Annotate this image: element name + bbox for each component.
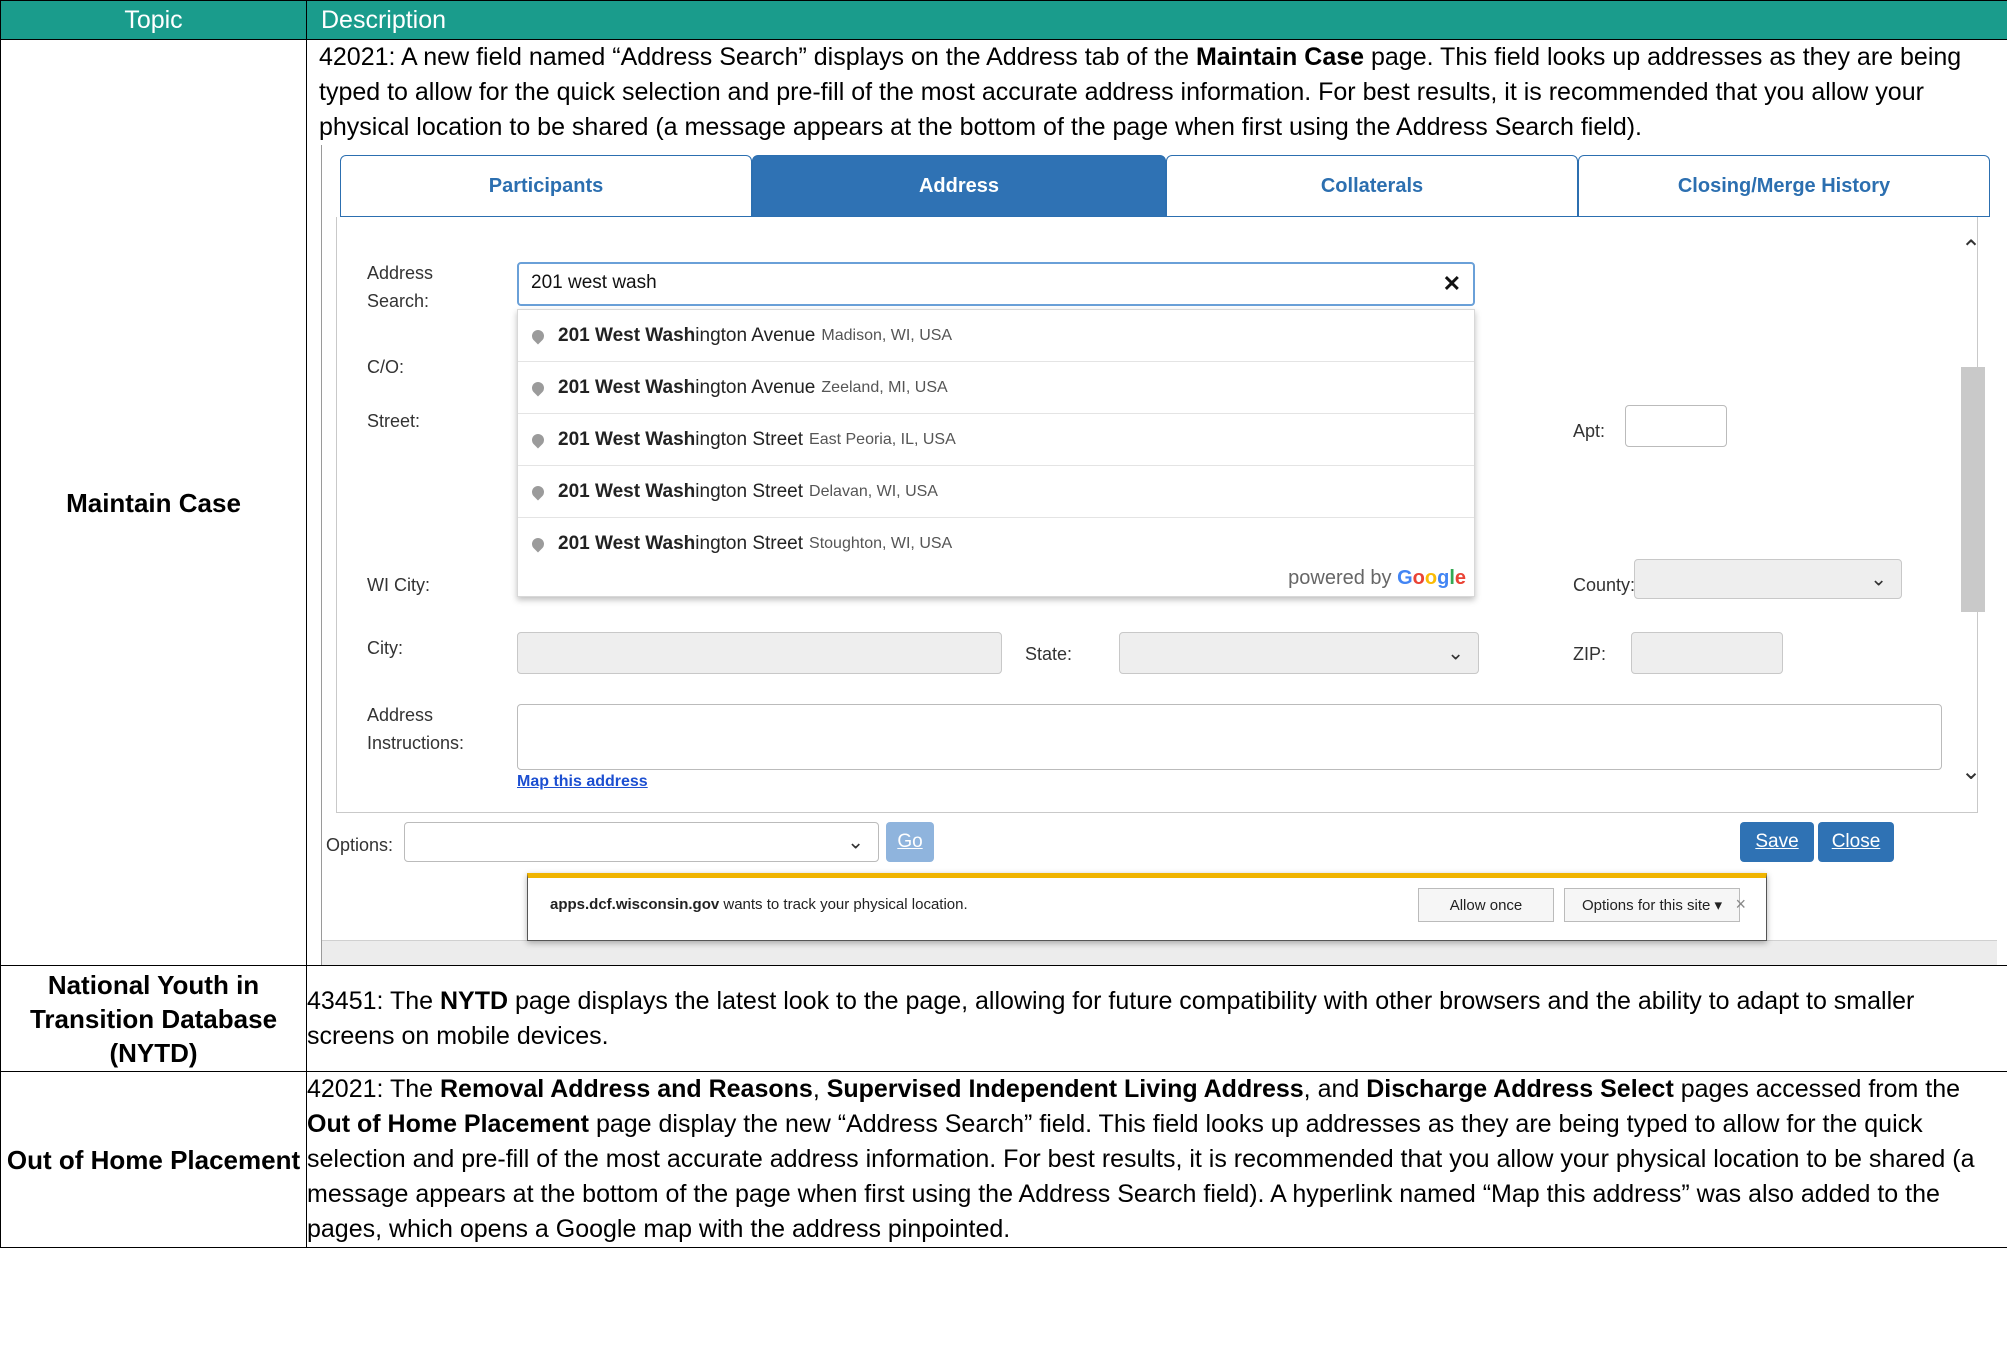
suggestion-item[interactable]: 201 West Washington Street Stoughton, WI,… bbox=[518, 518, 1474, 570]
apt-field[interactable] bbox=[1625, 405, 1727, 447]
powered-by-google: powered by Google bbox=[1288, 567, 1466, 589]
chevron-up-icon[interactable]: ⌃ bbox=[1961, 235, 1981, 264]
map-this-address-link[interactable]: Map this address bbox=[517, 773, 648, 791]
wi-city-label: WI City: bbox=[367, 575, 430, 595]
table-row: Maintain Case 42021: A new field named “… bbox=[0, 39, 2007, 966]
maintain-case-screenshot: Participants Address Collaterals Closing… bbox=[321, 145, 1997, 965]
suggestion-item[interactable]: 201 West Washington Avenue Madison, WI, U… bbox=[518, 310, 1474, 362]
chevron-down-icon: ⌄ bbox=[847, 831, 864, 854]
suggestion-item[interactable]: 201 West Washington Street Delavan, WI, U… bbox=[518, 466, 1474, 518]
address-instructions-field[interactable] bbox=[517, 704, 1942, 770]
topic-header: Topic bbox=[0, 0, 307, 40]
notification-message: apps.dcf.wisconsin.gov wants to track yo… bbox=[550, 896, 968, 913]
header-row: Topic Description bbox=[0, 0, 2007, 40]
search-value: 201 west wash bbox=[531, 272, 657, 293]
pin-icon bbox=[529, 379, 547, 396]
street-label: Street: bbox=[367, 411, 421, 431]
table-row: National Youth in Transition Database (N… bbox=[0, 965, 2007, 1072]
address-panel: Address Search: C/O: Street: Apt: WI City… bbox=[336, 217, 1985, 813]
text-run: 43451: The bbox=[307, 986, 440, 1015]
pin-icon bbox=[529, 431, 547, 448]
topic-cell: Out of Home Placement bbox=[0, 1071, 307, 1248]
scrollbar-thumb[interactable] bbox=[1961, 367, 1985, 612]
description-header: Description bbox=[306, 0, 2007, 40]
state-label: State: bbox=[1025, 644, 1073, 664]
description-text: 42021: A new field named “Address Search… bbox=[307, 40, 2007, 145]
tab-participants[interactable]: Participants bbox=[340, 155, 752, 217]
co-label: C/O: bbox=[367, 357, 405, 377]
tab-collaterals[interactable]: Collaterals bbox=[1166, 155, 1578, 217]
chevron-down-icon: ⌄ bbox=[1870, 568, 1887, 591]
suggestion-item[interactable]: 201 West Washington Avenue Zeeland, MI, U… bbox=[518, 362, 1474, 414]
bold-text-run: NYTD bbox=[439, 986, 509, 1015]
tab-address[interactable]: Address bbox=[752, 155, 1166, 217]
pin-icon bbox=[529, 535, 547, 553]
browser-status-bar bbox=[322, 940, 1997, 965]
zip-label: ZIP: bbox=[1573, 644, 1607, 664]
topic-cell: Maintain Case bbox=[0, 39, 307, 966]
save-button[interactable]: Save bbox=[1740, 822, 1814, 862]
close-button[interactable]: Close bbox=[1818, 822, 1894, 862]
county-label: County: bbox=[1573, 575, 1636, 595]
go-button[interactable]: Go bbox=[886, 822, 934, 862]
description-cell: 42021: The Removal Address and Reasons, … bbox=[306, 1071, 2007, 1248]
options-select[interactable]: ⌄ bbox=[404, 822, 879, 862]
state-select[interactable]: ⌄ bbox=[1119, 632, 1479, 674]
close-icon[interactable]: × bbox=[1735, 894, 1746, 915]
suggestion-item[interactable]: 201 West Washington Street East Peoria, I… bbox=[518, 414, 1474, 466]
chevron-down-icon[interactable]: ⌄ bbox=[1961, 757, 1981, 786]
zip-field[interactable] bbox=[1631, 632, 1783, 674]
tab-closing-merge-history[interactable]: Closing/Merge History bbox=[1578, 155, 1990, 217]
pin-icon bbox=[529, 327, 547, 344]
allow-once-button[interactable]: Allow once bbox=[1418, 888, 1554, 922]
location-permission-notification: apps.dcf.wisconsin.gov wants to track yo… bbox=[527, 873, 1767, 941]
description-cell: 42021: A new field named “Address Search… bbox=[306, 39, 2007, 966]
chevron-down-icon: ⌄ bbox=[1447, 642, 1464, 665]
bold-text-run: Maintain Case bbox=[1195, 43, 1365, 71]
options-label: Options: bbox=[326, 835, 394, 855]
table-row: Out of Home Placement 42021: The Removal… bbox=[0, 1071, 2007, 1248]
address-instructions-label: Address Instructions: bbox=[367, 705, 465, 753]
pin-icon bbox=[529, 483, 547, 500]
text-run: 42021: A new field named “Address Search… bbox=[319, 43, 1196, 71]
county-select[interactable]: ⌄ bbox=[1634, 559, 1902, 599]
scrollbar[interactable]: ⌃ ⌄ bbox=[1957, 217, 1985, 812]
options-for-this-site-button[interactable]: Options for this site ▾ bbox=[1564, 888, 1740, 922]
description-cell: 43451: The NYTD page displays the latest… bbox=[306, 965, 2007, 1072]
text-run: page displays the latest look to the pag… bbox=[307, 986, 1915, 1050]
city-field[interactable] bbox=[517, 632, 1002, 674]
clear-icon[interactable]: ✕ bbox=[1443, 271, 1461, 297]
city-label: City: bbox=[367, 638, 403, 658]
address-search-input[interactable]: 201 west wash ✕ bbox=[517, 262, 1475, 306]
autocomplete-dropdown: 201 West Washington Avenue Madison, WI, U… bbox=[517, 309, 1475, 597]
apt-label: Apt: bbox=[1573, 421, 1606, 441]
address-search-label: Address Search: bbox=[367, 263, 434, 311]
release-notes-table: Topic Description Maintain Case 42021: A… bbox=[0, 0, 2007, 1248]
topic-cell: National Youth in Transition Database (N… bbox=[0, 965, 307, 1072]
